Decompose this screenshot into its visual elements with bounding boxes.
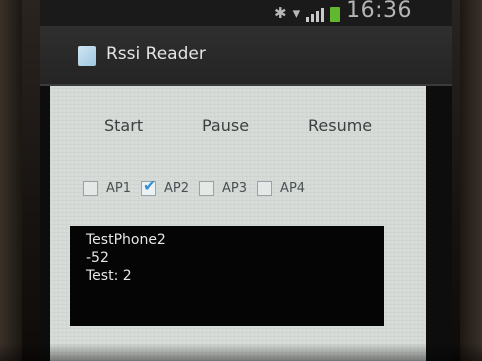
app-title-bar: Rssi Reader	[40, 26, 452, 86]
main-content: Start Pause Resume AP1 ✔ AP2 AP3 AP4 Tes…	[50, 86, 426, 361]
status-bar: ✱ ▾ 16:36	[40, 0, 452, 26]
status-clock: 16:36	[346, 0, 412, 23]
access-point-selector: AP1 ✔ AP2 AP3 AP4	[83, 176, 315, 196]
app-icon	[78, 46, 96, 66]
checkmark-icon: ✔	[143, 176, 157, 195]
bezel-right-edge	[460, 0, 482, 361]
test-count-text: Test: 2	[86, 268, 132, 284]
ap2-label: AP2	[164, 181, 190, 196]
app-title: Rssi Reader	[106, 44, 206, 64]
ap1-label: AP1	[106, 181, 132, 196]
ap1-checkbox[interactable]	[83, 181, 98, 196]
bezel-left-edge	[0, 0, 22, 361]
start-button[interactable]: Start	[104, 116, 143, 135]
signal-icon	[306, 6, 325, 22]
resume-button[interactable]: Resume	[308, 116, 372, 135]
ap4-label: AP4	[280, 181, 306, 196]
bluetooth-icon: ✱	[273, 4, 287, 22]
ap2-checkbox[interactable]: ✔	[141, 176, 157, 196]
ap4-option[interactable]: AP4	[257, 181, 309, 196]
ap4-checkbox[interactable]	[257, 181, 273, 196]
ap3-option[interactable]: AP3	[199, 181, 251, 196]
ap2-option[interactable]: ✔ AP2	[141, 176, 193, 196]
ap1-option[interactable]: AP1	[83, 181, 135, 196]
rssi-value-text: -52	[86, 250, 109, 266]
device-name-text: TestPhone2	[86, 232, 166, 248]
wifi-icon: ▾	[292, 4, 301, 22]
phone-screen: ✱ ▾ 16:36 Rssi Reader Start Pause Resume…	[40, 0, 452, 361]
ap3-label: AP3	[222, 181, 248, 196]
status-icons: ✱ ▾ 16:36	[274, 0, 412, 22]
bottom-shadow	[0, 343, 482, 361]
ap3-checkbox[interactable]	[199, 181, 215, 196]
rssi-output-panel: TestPhone2 -52 Test: 2	[70, 226, 384, 326]
battery-icon	[330, 7, 341, 22]
pause-button[interactable]: Pause	[202, 116, 249, 135]
